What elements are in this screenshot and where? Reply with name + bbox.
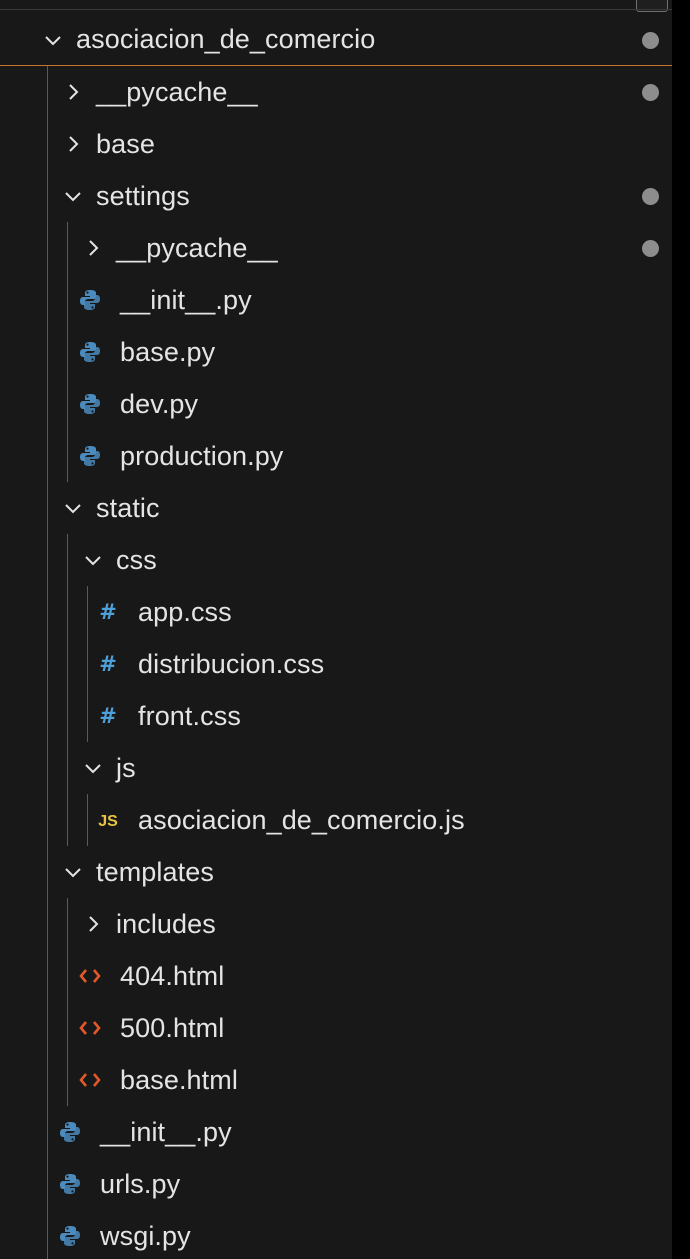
- tree-item-label: 404.html: [120, 960, 225, 991]
- chevron-right-icon[interactable]: [64, 135, 82, 153]
- modified-indicator: [642, 240, 659, 257]
- indent-guide-settings: [67, 222, 68, 482]
- tree-item-label: includes: [116, 908, 216, 939]
- tree-file-base-html[interactable]: base.html: [0, 1054, 672, 1106]
- tree-item-label: __init__.py: [100, 1116, 232, 1147]
- tree-item-label: production.py: [120, 440, 284, 471]
- tree-folder-settings[interactable]: settings: [0, 170, 672, 222]
- modified-indicator: [642, 188, 659, 205]
- tree-folder-css[interactable]: css: [0, 534, 672, 586]
- chevron-down-icon[interactable]: [84, 551, 102, 569]
- tree-folder-pycache[interactable]: __pycache__: [0, 222, 672, 274]
- chevron-down-icon[interactable]: [64, 863, 82, 881]
- indent-guide-css: [87, 586, 88, 742]
- tree-item-label: distribucion.css: [138, 648, 325, 679]
- tree-file-dev-py[interactable]: dev.py: [0, 378, 672, 430]
- chevron-down-icon[interactable]: [64, 187, 82, 205]
- tree-item-label: __pycache__: [116, 232, 278, 263]
- tree-item-label: settings: [96, 180, 190, 211]
- tree-item-label: 500.html: [120, 1012, 225, 1043]
- python-file-icon: [58, 1172, 82, 1196]
- tree-item-label: app.css: [138, 596, 232, 627]
- tree-item-label: asociacion_de_comercio: [76, 24, 376, 54]
- tree-item-label: front.css: [138, 700, 241, 731]
- chevron-right-icon[interactable]: [84, 915, 102, 933]
- svg-text:JS: JS: [98, 813, 118, 830]
- tree-file-base-py[interactable]: base.py: [0, 326, 672, 378]
- css-file-icon: #: [96, 652, 120, 676]
- python-file-icon: [78, 288, 102, 312]
- tree-folder-js[interactable]: js: [0, 742, 672, 794]
- tree-item-label: asociacion_de_comercio.js: [138, 804, 465, 835]
- chevron-right-icon[interactable]: [64, 83, 82, 101]
- tree-file-404-html[interactable]: 404.html: [0, 950, 672, 1002]
- tree-file-asociacion-de-comercio-js[interactable]: JS asociacion_de_comercio.js: [0, 794, 672, 846]
- python-file-icon: [58, 1224, 82, 1248]
- tree-item-label: base.html: [120, 1064, 238, 1095]
- tree-folder-templates[interactable]: templates: [0, 846, 672, 898]
- indent-guide-static: [67, 534, 68, 846]
- chevron-down-icon[interactable]: [44, 31, 62, 49]
- tree-item-label: templates: [96, 856, 214, 887]
- svg-text:#: #: [99, 704, 117, 728]
- tree-file-init-py[interactable]: __init__.py: [0, 1106, 672, 1158]
- svg-text:#: #: [99, 652, 117, 676]
- tree-item-label: static: [96, 492, 160, 523]
- tree-file-urls-py[interactable]: urls.py: [0, 1158, 672, 1210]
- js-file-icon: JS: [96, 808, 120, 832]
- tree-item-label: __init__.py: [120, 284, 252, 315]
- tree-item-label: css: [116, 544, 157, 575]
- tree-item-label: __pycache__: [96, 76, 258, 107]
- tree-folder-asociacion-de-comercio[interactable]: asociacion_de_comercio: [0, 14, 672, 66]
- css-file-icon: #: [96, 600, 120, 624]
- css-file-icon: #: [96, 704, 120, 728]
- tree-file-distribucion-css[interactable]: # distribucion.css: [0, 638, 672, 690]
- python-file-icon: [78, 392, 102, 416]
- python-file-icon: [78, 444, 102, 468]
- html-file-icon: [78, 964, 102, 988]
- tree-folder-includes[interactable]: includes: [0, 898, 672, 950]
- tree-item-label: base: [96, 128, 155, 159]
- tree-folder-base[interactable]: base: [0, 118, 672, 170]
- file-tree: asociacion_de_comercio __pycache__ base set…: [0, 14, 672, 1259]
- file-explorer: asociacion_de_comercio __pycache__ base set…: [0, 0, 672, 1259]
- chevron-right-icon[interactable]: [84, 239, 102, 257]
- python-file-icon: [78, 340, 102, 364]
- html-file-icon: [78, 1016, 102, 1040]
- tree-item-label: base.py: [120, 336, 216, 367]
- tree-item-label: wsgi.py: [100, 1220, 191, 1251]
- chevron-down-icon[interactable]: [64, 499, 82, 517]
- indent-guide-templates: [67, 898, 68, 1106]
- tree-item-label: dev.py: [120, 388, 199, 419]
- chevron-down-icon[interactable]: [84, 759, 102, 777]
- tree-folder-pycache[interactable]: __pycache__: [0, 66, 672, 118]
- divider: [0, 9, 672, 10]
- tree-file-production-py[interactable]: production.py: [0, 430, 672, 482]
- tree-file-init-py[interactable]: __init__.py: [0, 274, 672, 326]
- editor-tab-edge: [636, 0, 668, 12]
- svg-text:#: #: [99, 600, 117, 624]
- tree-file-wsgi-py[interactable]: wsgi.py: [0, 1210, 672, 1259]
- tree-file-front-css[interactable]: # front.css: [0, 690, 672, 742]
- python-file-icon: [58, 1120, 82, 1144]
- html-file-icon: [78, 1068, 102, 1092]
- tree-file-app-css[interactable]: # app.css: [0, 586, 672, 638]
- modified-indicator: [642, 84, 659, 101]
- indent-guide-js: [87, 794, 88, 846]
- tree-item-label: js: [116, 752, 136, 783]
- tree-file-500-html[interactable]: 500.html: [0, 1002, 672, 1054]
- tree-item-label: urls.py: [100, 1168, 181, 1199]
- tree-folder-static[interactable]: static: [0, 482, 672, 534]
- modified-indicator: [642, 32, 659, 49]
